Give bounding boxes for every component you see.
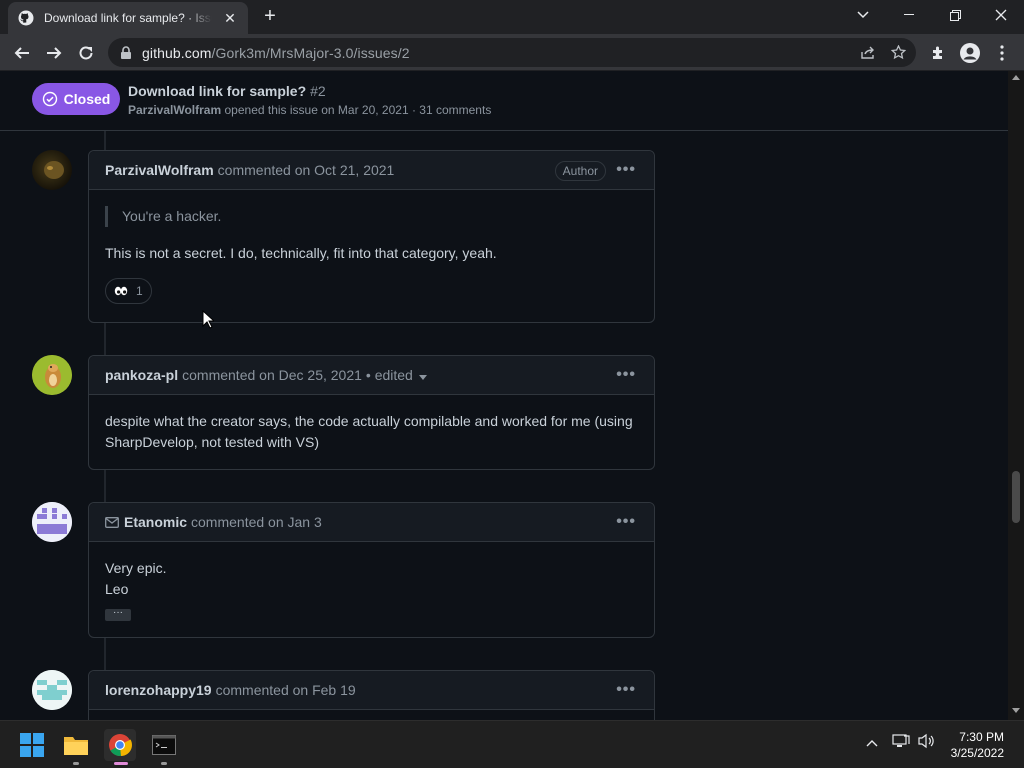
comment-author-link[interactable]: ParzivalWolfram — [105, 162, 214, 178]
bookmark-star-icon[interactable] — [891, 45, 906, 60]
comment-author-link[interactable]: lorenzohappy19 — [105, 682, 212, 698]
scroll-thumb[interactable] — [1012, 471, 1020, 523]
comment-timestamp[interactable]: commented on Jan 3 — [191, 514, 322, 530]
issue-state-badge: Closed — [32, 83, 120, 115]
comment-card: pankoza-pl commented on Dec 25, 2021 • e… — [88, 355, 655, 470]
comment-author-link[interactable]: Etanomic — [124, 514, 187, 530]
eyes-icon — [114, 286, 128, 296]
close-window-icon[interactable] — [978, 0, 1024, 30]
comment-header: pankoza-pl commented on Dec 25, 2021 • e… — [89, 356, 654, 395]
taskbar-clock[interactable]: 7:30 PM 3/25/2022 — [951, 729, 1004, 761]
comment-text-line: Leo — [105, 581, 129, 597]
tab-title: Download link for sample? · Issue #2 · G… — [44, 11, 212, 25]
comment-text: despite what the creator says, the code … — [105, 413, 633, 450]
terminal-taskbar-button[interactable] — [148, 729, 180, 765]
comment-body: despite what the creator says, the code … — [89, 395, 654, 469]
avatar[interactable] — [32, 150, 72, 190]
minimize-icon[interactable] — [886, 0, 932, 30]
edited-dropdown[interactable]: • edited — [366, 367, 413, 383]
reaction-button[interactable]: 1 — [105, 278, 152, 304]
mouse-cursor-icon — [202, 310, 214, 329]
issue-number: #2 — [310, 83, 326, 99]
windows-taskbar: 7:30 PM 3/25/2022 — [0, 720, 1024, 768]
comment-options-icon[interactable]: ••• — [616, 161, 636, 179]
issue-meta-text: opened this issue on Mar 20, 2021 · 31 c… — [224, 103, 492, 117]
issue-state-label: Closed — [63, 91, 111, 107]
comment-body: Very epic. Leo ··· — [89, 542, 654, 637]
comment-body: You're a hacker. This is not a secret. I… — [89, 190, 654, 320]
caret-down-icon[interactable] — [418, 374, 427, 380]
lock-icon[interactable] — [120, 45, 132, 60]
page-scrollbar[interactable] — [1008, 71, 1024, 720]
clock-date: 3/25/2022 — [950, 746, 1004, 760]
reload-icon[interactable] — [72, 39, 100, 67]
comment-card: lorenzohappy19 commented on Feb 19 ••• — [88, 670, 655, 720]
chrome-icon — [109, 734, 132, 757]
browser-tab[interactable]: Download link for sample? · Issue #2 · G… — [8, 2, 248, 34]
terminal-icon — [152, 735, 176, 755]
file-explorer-button[interactable] — [60, 729, 92, 765]
network-icon[interactable] — [892, 733, 910, 752]
github-page: Closed Download link for sample? #2 Parzi… — [0, 71, 1008, 720]
show-trimmed-content-button[interactable]: ··· — [105, 608, 131, 621]
comment-options-icon[interactable]: ••• — [616, 513, 636, 531]
chrome-taskbar-button[interactable] — [104, 729, 136, 765]
issue-sticky-header: Closed Download link for sample? #2 Parzi… — [0, 71, 1008, 131]
running-indicator — [73, 762, 79, 765]
closed-check-icon — [42, 91, 57, 107]
back-icon[interactable] — [8, 39, 36, 67]
active-indicator — [114, 762, 128, 765]
volume-icon[interactable] — [918, 733, 936, 752]
avatar[interactable] — [32, 670, 72, 710]
comment-options-icon[interactable]: ••• — [616, 366, 636, 384]
issue-author-link[interactable]: ParzivalWolfram — [128, 103, 221, 117]
scroll-down-icon[interactable] — [1012, 708, 1020, 713]
start-button[interactable] — [16, 729, 48, 761]
windows-logo-icon — [20, 733, 44, 757]
browser-toolbar: github.com/Gork3m/MrsMajor-3.0/issues/2 — [0, 34, 1024, 71]
tab-search-icon[interactable] — [840, 0, 886, 30]
forward-icon[interactable] — [40, 39, 68, 67]
author-badge: Author — [554, 161, 606, 181]
folder-icon — [64, 737, 88, 755]
browser-tabstrip: Download link for sample? · Issue #2 · G… — [0, 0, 1024, 34]
comment-quote: You're a hacker. — [105, 206, 638, 227]
issue-title[interactable]: Download link for sample? #2 — [128, 83, 326, 99]
comment-header: ParzivalWolfram commented on Oct 21, 202… — [89, 151, 654, 190]
comment-text: This is not a secret. I do, technically,… — [105, 245, 497, 261]
comment-options-icon[interactable]: ••• — [616, 681, 636, 699]
avatar[interactable] — [32, 355, 72, 395]
share-icon[interactable] — [860, 46, 876, 60]
github-icon — [18, 10, 34, 26]
avatar[interactable] — [32, 502, 72, 542]
scroll-up-icon[interactable] — [1012, 75, 1020, 80]
chrome-menu-icon[interactable] — [988, 39, 1016, 67]
url-text[interactable]: github.com/Gork3m/MrsMajor-3.0/issues/2 — [142, 45, 410, 61]
comment-card: ParzivalWolfram commented on Oct 21, 202… — [88, 150, 655, 323]
extensions-icon[interactable] — [924, 39, 952, 67]
comment-text-line: Very epic. — [105, 560, 167, 576]
mail-icon — [105, 516, 119, 528]
running-indicator — [161, 762, 167, 765]
tab-close-icon[interactable]: ✕ — [222, 10, 238, 27]
show-hidden-icons-icon[interactable] — [866, 735, 878, 750]
issue-meta: ParzivalWolfram opened this issue on Mar… — [128, 103, 491, 117]
clock-time: 7:30 PM — [959, 730, 1004, 744]
reaction-count: 1 — [136, 283, 143, 298]
comment-timestamp[interactable]: commented on Feb 19 — [216, 682, 356, 698]
restore-icon[interactable] — [932, 0, 978, 30]
new-tab-button[interactable]: + — [258, 6, 282, 28]
comment-timestamp[interactable]: commented on Oct 21, 2021 — [218, 162, 395, 178]
comment-card: Etanomic commented on Jan 3 ••• Very epi… — [88, 502, 655, 638]
comment-author-link[interactable]: pankoza-pl — [105, 367, 178, 383]
comment-timestamp[interactable]: commented on Dec 25, 2021 — [182, 367, 362, 383]
comment-header: Etanomic commented on Jan 3 ••• — [89, 503, 654, 542]
comment-header: lorenzohappy19 commented on Feb 19 ••• — [89, 671, 654, 710]
profile-icon[interactable] — [956, 39, 984, 67]
address-bar[interactable]: github.com/Gork3m/MrsMajor-3.0/issues/2 — [108, 38, 916, 67]
